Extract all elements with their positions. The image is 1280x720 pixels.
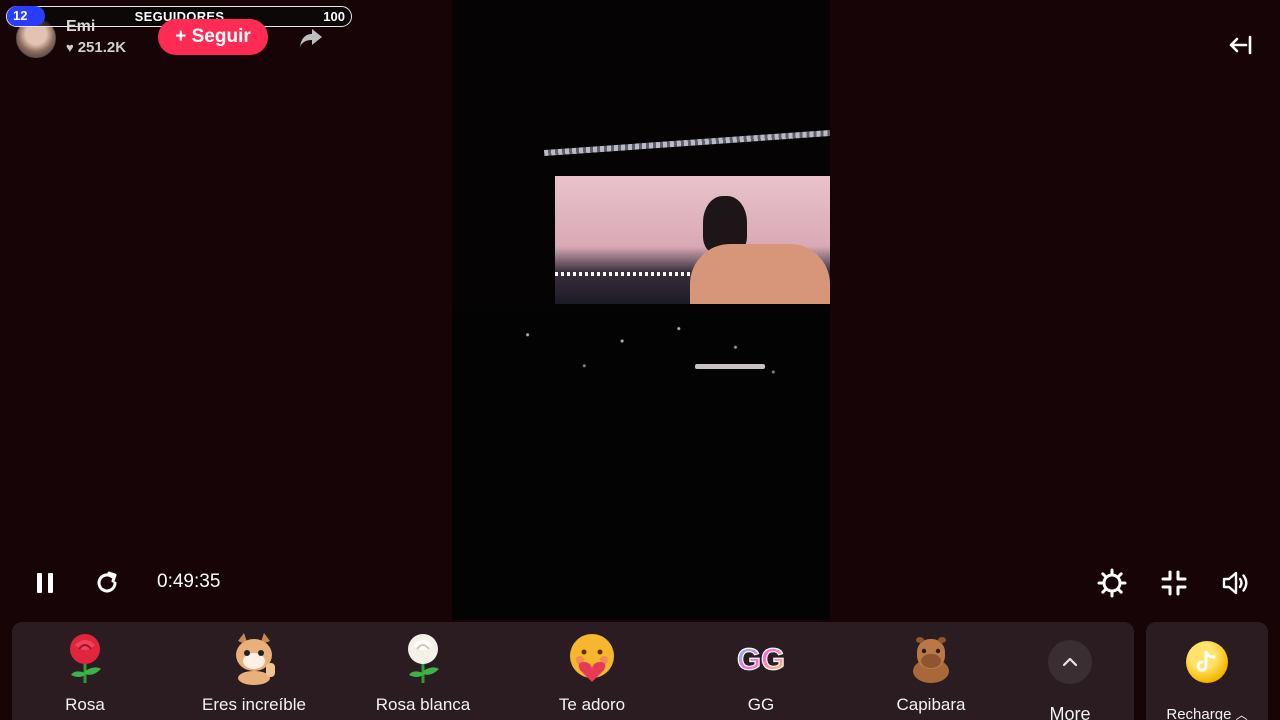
chevron-up-icon	[1062, 657, 1078, 667]
pause-icon	[37, 573, 53, 593]
volume-icon	[1222, 571, 1248, 595]
gift-label: Te adoro	[558, 695, 626, 714]
more-label[interactable]: More	[1030, 704, 1110, 720]
gift-label: GG	[747, 695, 775, 714]
settings-icon	[1097, 568, 1127, 598]
gg-icon: GG	[733, 630, 789, 686]
host-name[interactable]: Emi	[66, 18, 95, 36]
more-gifts-button[interactable]	[1048, 640, 1092, 684]
rose-icon	[57, 630, 113, 686]
gift-capibara[interactable]: Capibara	[856, 630, 1006, 720]
gift-label: Eres increíble	[202, 695, 306, 714]
chevron-up-icon: ︿	[1235, 708, 1248, 720]
gift-rosa-blanca[interactable]: Rosa blanca	[348, 630, 498, 720]
gift-gg[interactable]: GG GG	[686, 630, 836, 720]
followers-goal-target: 100	[323, 9, 345, 24]
heart-icon: ♥	[66, 40, 74, 55]
gift-eres-increible[interactable]: Eres increíble	[179, 630, 329, 720]
quality-settings-button[interactable]	[1095, 566, 1129, 600]
capybara-icon	[903, 630, 959, 686]
follow-button[interactable]: + Seguir	[158, 19, 268, 55]
white-rose-icon	[395, 630, 451, 686]
stage-screen	[555, 176, 830, 304]
cat-thumbs-up-icon	[226, 630, 282, 686]
gift-te-adoro[interactable]: Te adoro	[517, 630, 667, 720]
likes-count: ♥ 251.2K	[66, 39, 126, 56]
refresh-button[interactable]	[90, 566, 124, 600]
followers-count: 12	[7, 6, 45, 26]
gift-label: Rosa	[65, 695, 105, 714]
gift-label: Capibara	[896, 695, 966, 714]
svg-text:GG: GG	[737, 642, 785, 677]
share-icon[interactable]	[298, 24, 324, 50]
gift-label: Rosa blanca	[375, 695, 471, 714]
coin-icon[interactable]	[1186, 641, 1228, 683]
stage-truss	[544, 129, 830, 156]
recharge-label: Recharge	[1166, 706, 1232, 720]
exit-fullscreen-button[interactable]	[1157, 566, 1191, 600]
gift-rose[interactable]: Rosa	[10, 630, 160, 720]
volume-button[interactable]	[1219, 566, 1253, 600]
likes-value: 251.2K	[77, 39, 127, 56]
recharge-button[interactable]: Recharge ︿	[1150, 706, 1264, 720]
refresh-icon	[97, 571, 117, 593]
hugging-heart-icon	[564, 630, 620, 686]
elapsed-time: 0:49:35	[157, 571, 221, 592]
pause-button[interactable]	[28, 566, 62, 600]
live-video[interactable]	[452, 0, 830, 620]
crowd	[452, 310, 830, 620]
exit-fullscreen-icon[interactable]	[1228, 32, 1254, 58]
collapse-icon	[1161, 570, 1187, 596]
